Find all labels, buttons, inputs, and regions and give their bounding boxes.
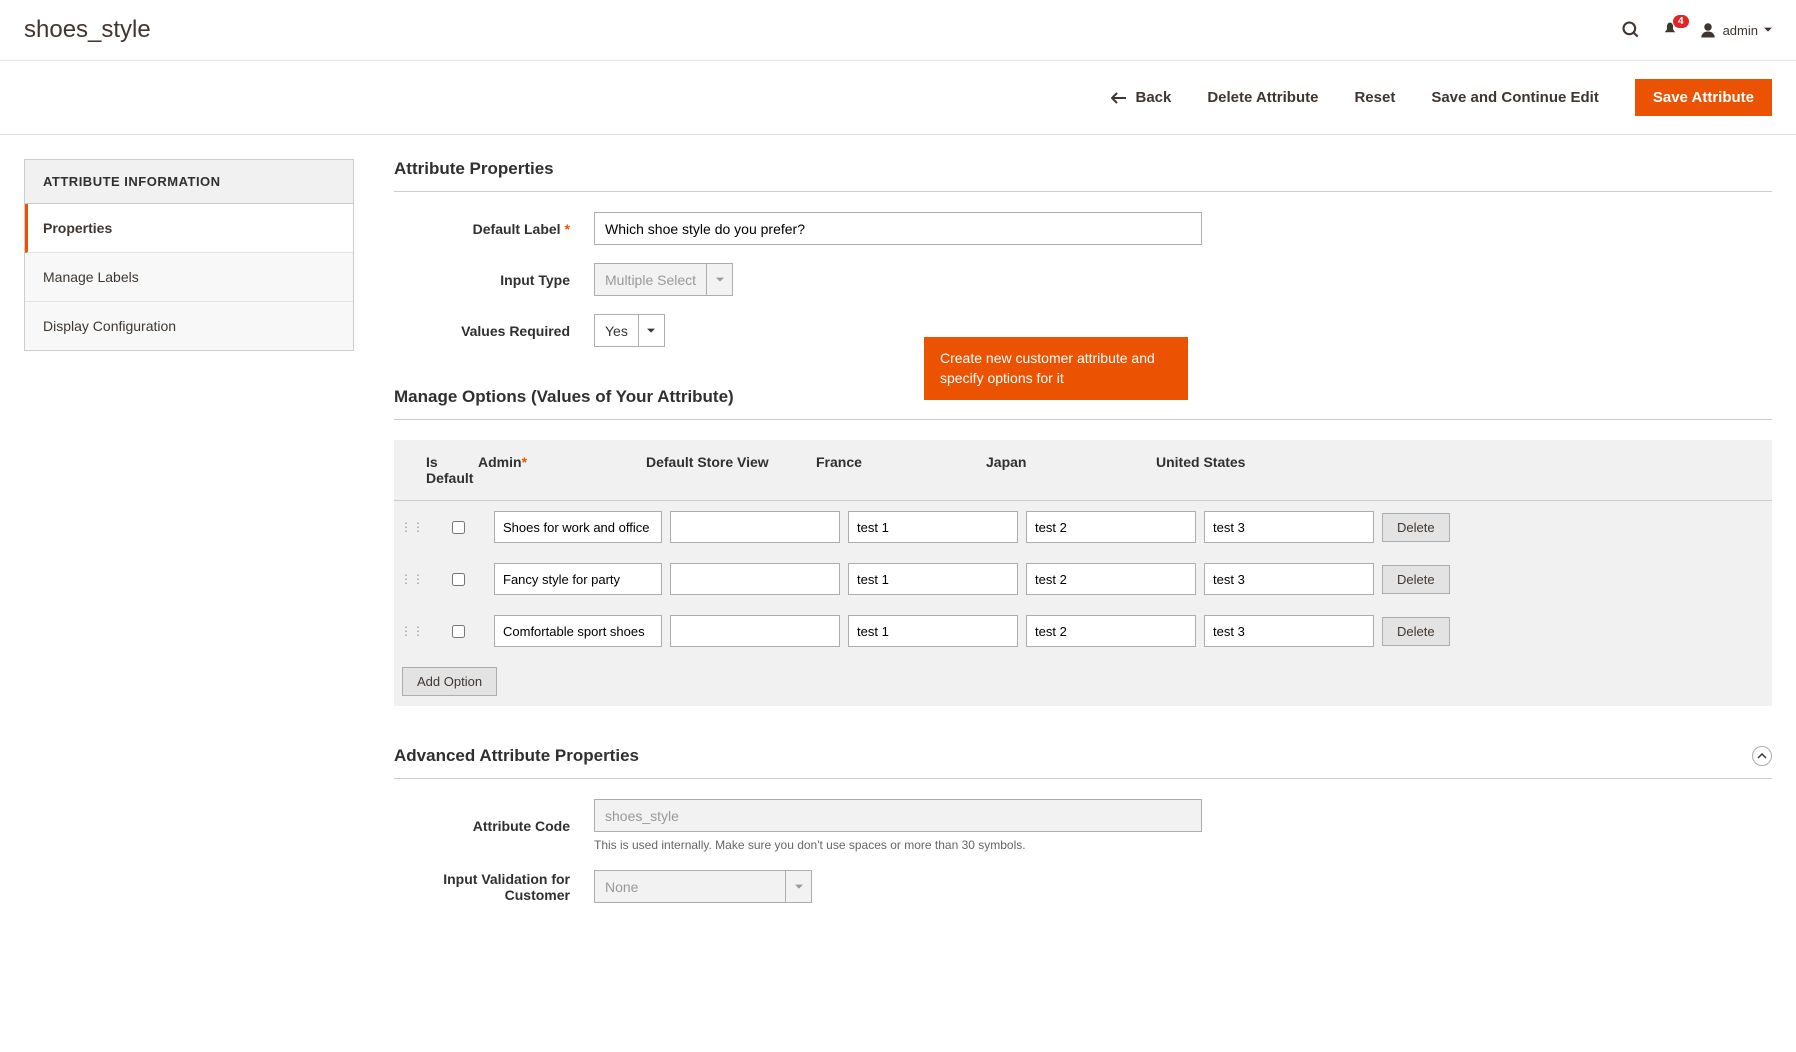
input-type-row: Input Type Multiple Select xyxy=(394,263,1772,296)
default-store-input[interactable] xyxy=(670,615,840,647)
delete-option-button[interactable]: Delete xyxy=(1382,513,1450,542)
admin-input[interactable] xyxy=(494,563,662,595)
options-row: ⋮⋮ Delete xyxy=(394,553,1772,605)
options-row: ⋮⋮ Delete xyxy=(394,605,1772,657)
default-store-input[interactable] xyxy=(670,511,840,543)
chevron-down-icon xyxy=(1764,26,1772,34)
options-row: ⋮⋮ Delete xyxy=(394,501,1772,553)
attribute-properties-title: Attribute Properties xyxy=(394,159,1772,192)
delete-option-button[interactable]: Delete xyxy=(1382,565,1450,594)
manage-options-section: Create new customer attribute and specif… xyxy=(394,387,1772,706)
collapse-icon[interactable] xyxy=(1752,746,1772,766)
col-france: France xyxy=(816,454,986,486)
us-input[interactable] xyxy=(1204,615,1374,647)
default-label-input[interactable] xyxy=(594,212,1202,245)
chevron-down-icon xyxy=(706,264,732,295)
us-input[interactable] xyxy=(1204,511,1374,543)
reset-button[interactable]: Reset xyxy=(1354,89,1395,106)
header-actions: 4 admin xyxy=(1621,20,1772,40)
default-label-label: Default Label* xyxy=(394,221,594,237)
advanced-title: Advanced Attribute Properties xyxy=(394,746,639,766)
page-title: shoes_style xyxy=(24,16,151,44)
sidebar-tab-properties[interactable]: Properties xyxy=(25,204,353,253)
sidebar-tab-display-config[interactable]: Display Configuration xyxy=(25,302,353,350)
us-input[interactable] xyxy=(1204,563,1374,595)
save-attribute-button[interactable]: Save Attribute xyxy=(1635,79,1772,116)
input-validation-label: Input Validation for Customer xyxy=(394,871,594,903)
sidebar-header: ATTRIBUTE INFORMATION xyxy=(24,159,354,204)
advanced-section: Advanced Attribute Properties Attribute … xyxy=(394,746,1772,903)
attribute-code-input xyxy=(594,799,1202,832)
default-label-row: Default Label* xyxy=(394,212,1772,245)
values-required-label: Values Required xyxy=(394,323,594,339)
col-admin: Admin* xyxy=(478,454,646,486)
col-default-store: Default Store View xyxy=(646,454,816,486)
is-default-checkbox[interactable] xyxy=(452,573,465,586)
delete-option-button[interactable]: Delete xyxy=(1382,617,1450,646)
input-validation-select: None xyxy=(594,870,812,903)
drag-handle-icon[interactable]: ⋮⋮ xyxy=(402,520,422,534)
save-continue-button[interactable]: Save and Continue Edit xyxy=(1431,89,1599,106)
options-table-header: Is Default Admin* Default Store View Fra… xyxy=(394,440,1772,501)
notification-icon[interactable]: 4 xyxy=(1661,21,1679,39)
chevron-down-icon xyxy=(785,871,811,902)
arrow-left-icon xyxy=(1111,92,1127,104)
attribute-code-label: Attribute Code xyxy=(394,818,594,834)
advanced-header: Advanced Attribute Properties xyxy=(394,746,1772,779)
input-type-label: Input Type xyxy=(394,272,594,288)
content-area: ATTRIBUTE INFORMATION Properties Manage … xyxy=(0,135,1796,945)
france-input[interactable] xyxy=(848,563,1018,595)
col-is-default: Is Default xyxy=(422,454,478,486)
sidebar-tabs: Properties Manage Labels Display Configu… xyxy=(24,204,354,351)
callout-tooltip: Create new customer attribute and specif… xyxy=(924,337,1188,400)
default-store-input[interactable] xyxy=(670,563,840,595)
is-default-checkbox[interactable] xyxy=(452,625,465,638)
france-input[interactable] xyxy=(848,615,1018,647)
input-validation-row: Input Validation for Customer None xyxy=(394,870,1772,903)
admin-user-menu[interactable]: admin xyxy=(1699,21,1772,39)
add-option-button[interactable]: Add Option xyxy=(402,667,497,696)
search-icon[interactable] xyxy=(1621,20,1641,40)
input-type-select: Multiple Select xyxy=(594,263,733,296)
japan-input[interactable] xyxy=(1026,563,1196,595)
sidebar-tab-manage-labels[interactable]: Manage Labels xyxy=(25,253,353,302)
delete-attribute-button[interactable]: Delete Attribute xyxy=(1207,89,1318,106)
sidebar: ATTRIBUTE INFORMATION Properties Manage … xyxy=(24,159,354,921)
drag-handle-icon[interactable]: ⋮⋮ xyxy=(402,572,422,586)
main-content: Attribute Properties Default Label* Inpu… xyxy=(394,159,1772,921)
back-button[interactable]: Back xyxy=(1111,89,1171,106)
attribute-code-row: Attribute Code This is used internally. … xyxy=(394,799,1772,852)
values-required-select[interactable]: Yes xyxy=(594,314,665,347)
col-us: United States xyxy=(1156,454,1326,486)
col-japan: Japan xyxy=(986,454,1156,486)
add-option-row: Add Option xyxy=(394,657,1772,706)
attribute-code-help: This is used internally. Make sure you d… xyxy=(594,838,1772,852)
notification-badge: 4 xyxy=(1673,15,1689,28)
admin-input[interactable] xyxy=(494,511,662,543)
france-input[interactable] xyxy=(848,511,1018,543)
page-header: shoes_style 4 admin xyxy=(0,0,1796,61)
chevron-down-icon[interactable] xyxy=(638,315,664,346)
drag-handle-icon[interactable]: ⋮⋮ xyxy=(402,624,422,638)
japan-input[interactable] xyxy=(1026,615,1196,647)
japan-input[interactable] xyxy=(1026,511,1196,543)
action-bar: Back Delete Attribute Reset Save and Con… xyxy=(0,61,1796,135)
admin-input[interactable] xyxy=(494,615,662,647)
is-default-checkbox[interactable] xyxy=(452,521,465,534)
admin-username: admin xyxy=(1723,23,1758,38)
options-table: Is Default Admin* Default Store View Fra… xyxy=(394,440,1772,706)
